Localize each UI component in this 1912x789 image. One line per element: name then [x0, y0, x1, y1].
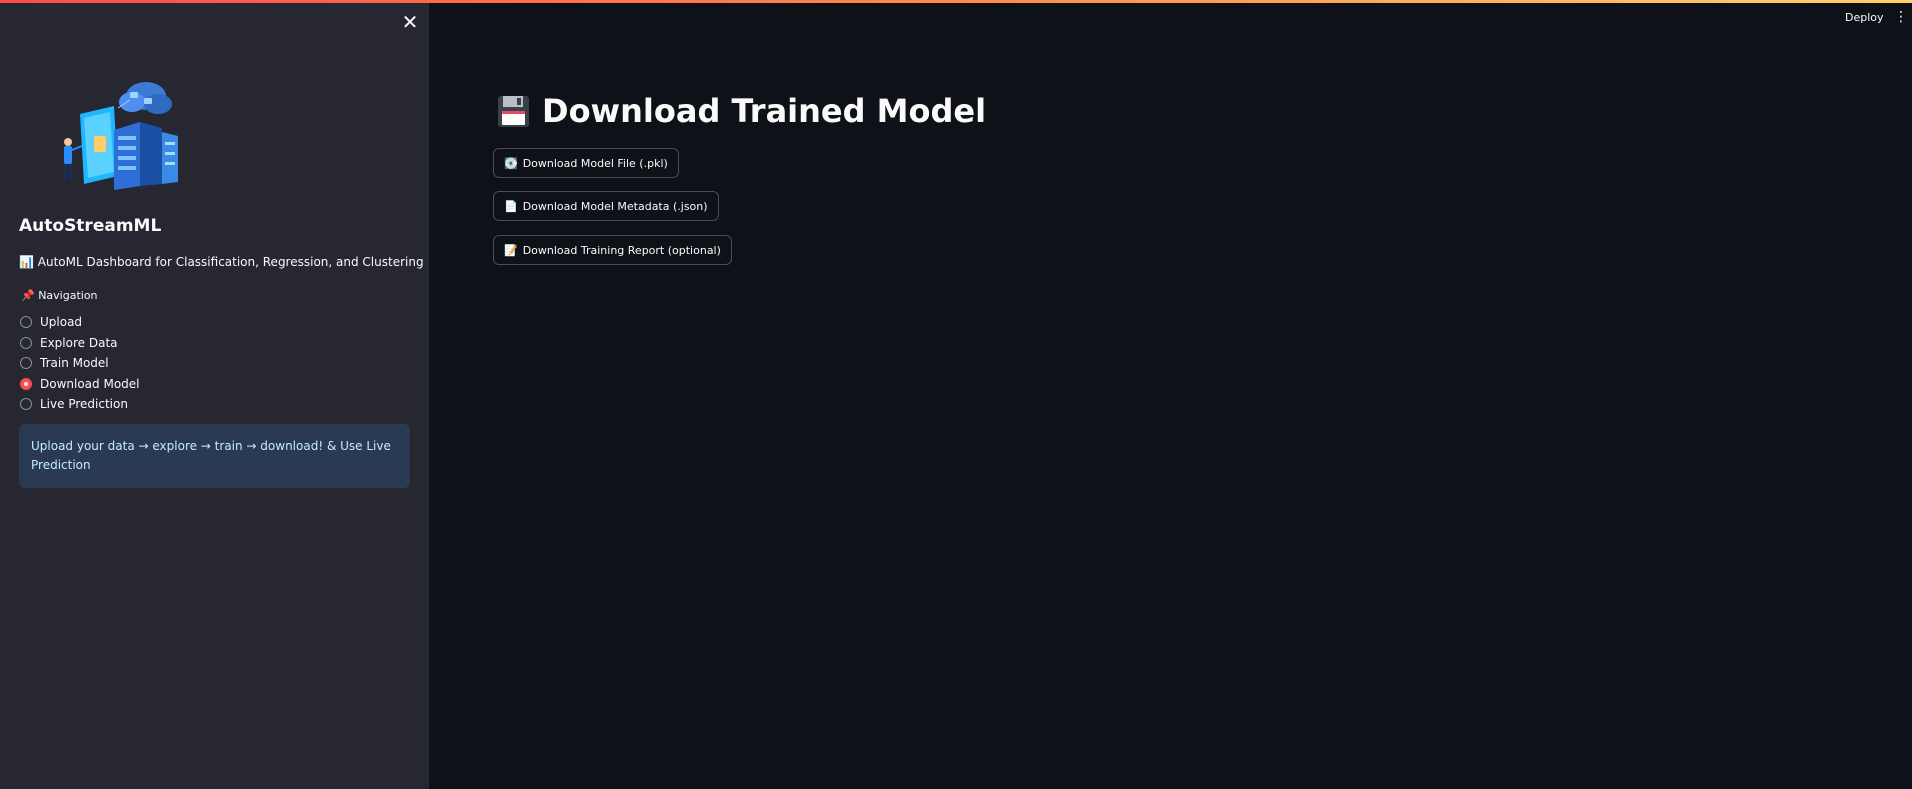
- app-subtitle: 📊 AutoML Dashboard for Classification, R…: [19, 255, 424, 269]
- info-box: Upload your data → explore → train → dow…: [19, 424, 410, 488]
- nav-option-download-model[interactable]: Download Model: [20, 374, 140, 395]
- button-label: Download Model Metadata (.json): [522, 199, 708, 213]
- sidebar: ✕ AutoStreamML 📊 AutoML Dashboard for Cl…: [0, 0, 429, 789]
- nav-option-label: Explore Data: [40, 335, 118, 350]
- minidisc-icon: 💽: [504, 156, 518, 170]
- navigation-label-text: Navigation: [38, 289, 98, 302]
- nav-option-label: Upload: [40, 315, 83, 330]
- radio-live-prediction[interactable]: [20, 398, 32, 411]
- main-menu-button[interactable]: ⋮: [1894, 9, 1908, 25]
- pushpin-icon: 📌: [21, 289, 35, 302]
- nav-option-explore-data[interactable]: Explore Data: [20, 333, 140, 354]
- bar-chart-icon: 📊: [19, 255, 34, 269]
- download-model-metadata-button[interactable]: 📄 Download Model Metadata (.json): [493, 191, 719, 221]
- memo-icon: 📝: [504, 243, 518, 257]
- info-text: Upload your data → explore → train → dow…: [31, 439, 391, 472]
- button-label: Download Model File (.pkl): [522, 156, 668, 170]
- button-label: Download Training Report (optional): [522, 243, 721, 257]
- top-decoration-bar: [0, 0, 1912, 3]
- document-icon: 📄: [504, 199, 518, 213]
- deploy-button[interactable]: Deploy: [1845, 11, 1884, 24]
- close-icon: ✕: [401, 10, 419, 34]
- page-title-text: Download Trained Model: [542, 92, 987, 130]
- radio-train-model[interactable]: [20, 357, 32, 370]
- nav-option-upload[interactable]: Upload: [20, 312, 140, 333]
- download-model-file-button[interactable]: 💽 Download Model File (.pkl): [493, 148, 679, 178]
- nav-option-label: Download Model: [40, 376, 140, 391]
- nav-option-label: Live Prediction: [40, 397, 128, 412]
- radio-download-model[interactable]: [20, 377, 32, 390]
- nav-option-label: Train Model: [40, 356, 109, 371]
- radio-explore-data[interactable]: [20, 336, 32, 349]
- navigation-radio-group: Upload Explore Data Train Model Download…: [20, 312, 140, 415]
- download-training-report-button[interactable]: 📝 Download Training Report (optional): [493, 235, 732, 265]
- app-logo-illustration: [64, 82, 178, 190]
- navigation-label: 📌 Navigation: [21, 289, 98, 302]
- floppy-disk-icon: [498, 95, 529, 127]
- nav-option-train-model[interactable]: Train Model: [20, 353, 140, 374]
- page-title: Download Trained Model: [497, 92, 986, 130]
- close-sidebar-button[interactable]: ✕: [400, 12, 420, 32]
- radio-upload[interactable]: [20, 316, 32, 329]
- nav-option-live-prediction[interactable]: Live Prediction: [20, 394, 140, 415]
- more-vertical-icon: ⋮: [1894, 9, 1908, 25]
- app-subtitle-text: AutoML Dashboard for Classification, Reg…: [37, 255, 424, 269]
- app-title: AutoStreamML: [19, 216, 162, 236]
